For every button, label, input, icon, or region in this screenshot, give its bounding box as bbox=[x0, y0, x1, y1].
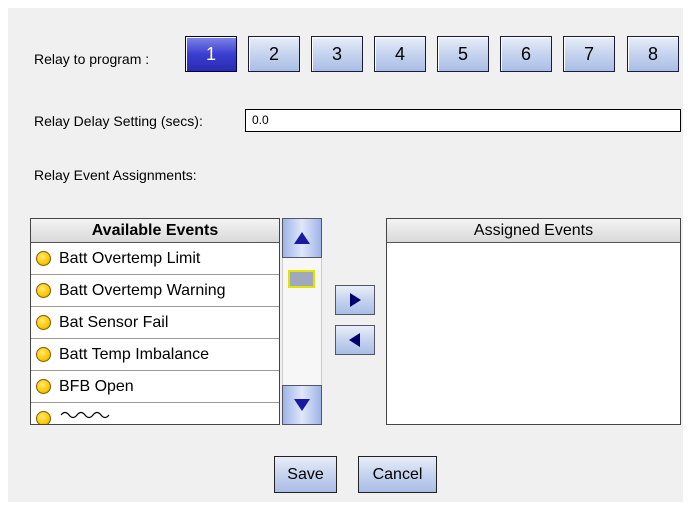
truncated-text-icon bbox=[60, 411, 110, 419]
relay-7-button[interactable]: 7 bbox=[563, 36, 615, 72]
relay-6-button[interactable]: 6 bbox=[500, 36, 552, 72]
list-item-partial[interactable] bbox=[31, 403, 279, 424]
relay-3-button[interactable]: 3 bbox=[311, 36, 363, 72]
list-item[interactable]: Batt Overtemp Limit bbox=[31, 243, 279, 275]
event-label: Bat Sensor Fail bbox=[59, 314, 169, 331]
status-dot-icon bbox=[36, 251, 51, 266]
list-item[interactable]: Batt Overtemp Warning bbox=[31, 275, 279, 307]
relay-to-program-label: Relay to program : bbox=[34, 51, 150, 67]
assigned-events-header: Assigned Events bbox=[387, 219, 680, 243]
relay-4-button[interactable]: 4 bbox=[374, 36, 426, 72]
relay-event-assignments-label: Relay Event Assignments: bbox=[34, 167, 197, 183]
event-label: Batt Overtemp Limit bbox=[59, 250, 201, 267]
arrow-up-icon bbox=[294, 232, 310, 244]
assign-event-button[interactable] bbox=[335, 285, 375, 315]
event-label: Batt Overtemp Warning bbox=[59, 282, 226, 299]
event-label: BFB Open bbox=[59, 378, 134, 395]
unassign-event-button[interactable] bbox=[335, 325, 375, 355]
relay-5-button[interactable]: 5 bbox=[437, 36, 489, 72]
status-dot-icon bbox=[36, 283, 51, 298]
scroll-down-button[interactable] bbox=[282, 385, 322, 425]
status-dot-icon bbox=[36, 315, 51, 330]
available-events-header: Available Events bbox=[31, 219, 279, 243]
relay-1-button[interactable]: 1 bbox=[185, 36, 237, 72]
relay-2-button[interactable]: 2 bbox=[248, 36, 300, 72]
scroll-up-button[interactable] bbox=[282, 218, 322, 258]
arrow-down-icon bbox=[294, 399, 310, 411]
list-item[interactable]: BFB Open bbox=[31, 371, 279, 403]
status-dot-icon bbox=[36, 347, 51, 362]
arrow-left-icon bbox=[349, 333, 360, 347]
relay-8-button[interactable]: 8 bbox=[627, 36, 679, 72]
relay-delay-label: Relay Delay Setting (secs): bbox=[34, 113, 203, 129]
status-dot-icon bbox=[36, 379, 51, 394]
relay-delay-input[interactable]: 0.0 bbox=[245, 109, 681, 132]
assigned-events-list[interactable]: Assigned Events bbox=[386, 218, 681, 425]
cancel-button[interactable]: Cancel bbox=[358, 456, 437, 493]
status-dot-icon bbox=[36, 411, 51, 424]
event-label: Batt Temp Imbalance bbox=[59, 346, 210, 363]
save-button[interactable]: Save bbox=[274, 456, 337, 493]
list-item[interactable]: Bat Sensor Fail bbox=[31, 307, 279, 339]
arrow-right-icon bbox=[350, 293, 361, 307]
available-events-list[interactable]: Available Events Batt Overtemp Limit Bat… bbox=[30, 218, 280, 425]
scroll-thumb[interactable] bbox=[288, 270, 315, 288]
list-item[interactable]: Batt Temp Imbalance bbox=[31, 339, 279, 371]
